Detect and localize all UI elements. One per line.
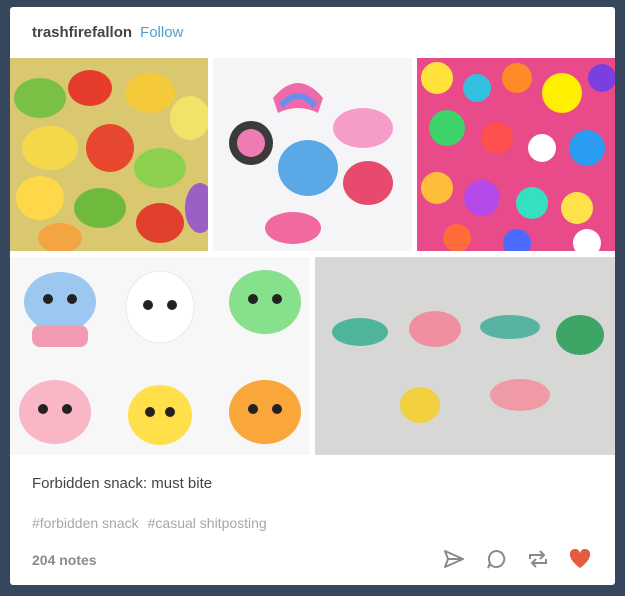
post-header: trashfirefallon Follow [32,24,183,41]
reblog-button[interactable] [523,545,553,573]
photo-fruit-erasers[interactable] [10,58,208,251]
photo-colorful-pile[interactable] [417,58,615,251]
speech-bubble-icon [487,549,506,569]
share-button[interactable] [439,545,469,573]
post-card: trashfirefallon Follow Forbidden snack: … [10,7,615,585]
notes-count[interactable]: 204 notes [32,552,97,568]
follow-button[interactable]: Follow [140,24,183,41]
photo-kawaii-erasers[interactable] [10,257,310,455]
photo-dog-erasers[interactable] [315,257,615,455]
like-button[interactable] [565,545,595,573]
post-tags: #forbidden snack #casual shitposting [32,515,276,531]
tag-link[interactable]: #casual shitposting [148,515,267,531]
paper-plane-icon [444,550,464,568]
heart-icon [569,548,591,568]
reblog-icon [529,550,547,568]
tag-link[interactable]: #forbidden snack [32,515,139,531]
post-actions [439,545,595,573]
reply-button[interactable] [481,545,511,573]
photo-shape-erasers[interactable] [213,58,412,251]
post-caption: Forbidden snack: must bite [32,475,213,492]
blog-username[interactable]: trashfirefallon [32,24,132,41]
